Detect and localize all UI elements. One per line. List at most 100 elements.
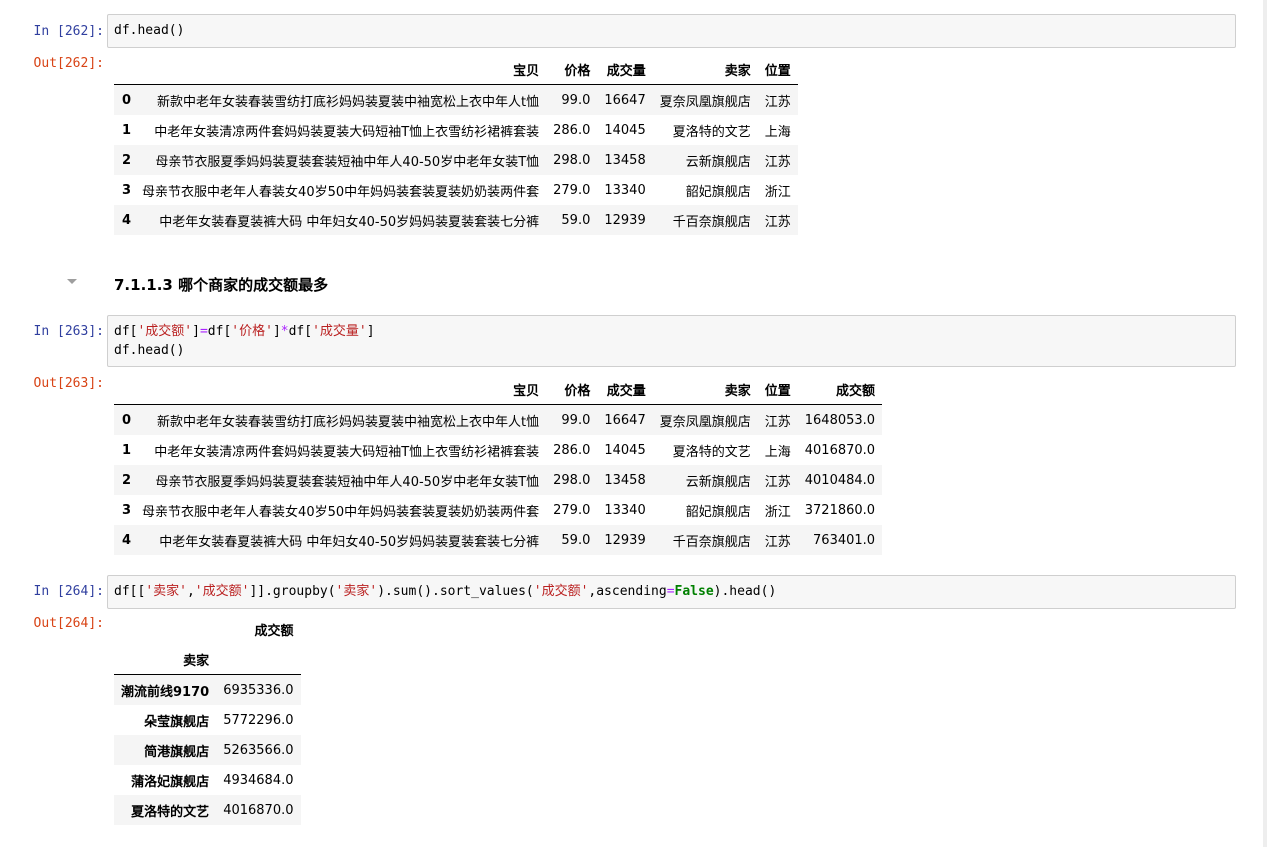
cell-seller: 千百奈旗舰店 — [652, 525, 758, 555]
row-index: 4 — [114, 205, 136, 235]
code-token: ] — [192, 324, 200, 339]
cell-location: 上海 — [764, 444, 791, 460]
table-row: 1 中老年女装清凉两件套妈妈装夏装大码短袖T恤上衣雪纺衫裙裤套装 286.0 1… — [114, 435, 882, 465]
groupby-output-264: 成交额 卖家 潮流前线9170 6935336.0 朵莹旗舰店 5772296.… — [114, 614, 301, 825]
cell-location: 江苏 — [757, 145, 798, 175]
cell-volume: 12939 — [597, 525, 653, 555]
header-row: 宝贝 价格 成交量 卖家 位置 — [114, 54, 798, 85]
cell-product: 中老年女装清凉两件套妈妈装夏装大码短袖T恤上衣雪纺衫裙裤套装 — [154, 124, 540, 140]
code-string: '卖家' — [145, 584, 187, 599]
table-row: 3 母亲节衣服中老年人春装女40岁50中年妈妈装套装夏装奶奶装两件套 279.0… — [114, 495, 882, 525]
cell-product: 母亲节衣服夏季妈妈装夏装套装短袖中年人40-50岁中老年女装T恤 — [135, 145, 547, 175]
in-prompt-262: In [262]: — [33, 24, 104, 39]
table-row: 2 母亲节衣服夏季妈妈装夏装套装短袖中年人40-50岁中老年女装T恤 298.0… — [114, 465, 883, 495]
cell-price: 279.0 — [553, 182, 591, 198]
cell-price: 298.0 — [546, 465, 598, 495]
code-token: ] — [366, 324, 375, 339]
code-operator: = — [199, 324, 208, 339]
column-header: 位置 — [757, 54, 798, 85]
code-text: df.head() — [114, 23, 185, 38]
cell-location: 江苏 — [757, 84, 798, 115]
cell-turnover: 4016870.0 — [216, 795, 301, 825]
cell-location: 江苏 — [757, 404, 798, 435]
code-token: df[ — [288, 324, 313, 339]
collapse-caret-icon[interactable] — [67, 279, 77, 284]
row-index: 2 — [114, 465, 136, 495]
code-token: df[ — [207, 324, 232, 339]
code-string: '价格' — [231, 324, 273, 339]
code-token: ] — [272, 324, 281, 339]
column-header: 价格 — [546, 374, 598, 405]
column-header: 位置 — [757, 374, 798, 405]
code-operator: * — [280, 324, 289, 339]
column-header: 成交额 — [254, 623, 294, 639]
table-row: 潮流前线9170 6935336.0 — [114, 674, 301, 705]
code-cell-262[interactable]: df.head() — [107, 14, 1236, 48]
cell-seller: 夏洛特的文艺 — [672, 124, 751, 140]
row-index: 2 — [114, 145, 136, 175]
row-index: 朵莹旗舰店 — [144, 714, 210, 730]
cell-location: 浙江 — [764, 504, 791, 520]
column-header: 卖家 — [652, 374, 758, 405]
scrollbar-track[interactable] — [1263, 0, 1267, 847]
row-index: 1 — [122, 442, 132, 458]
code-token: ).sum().sort_values( — [377, 584, 534, 599]
cell-turnover: 5772296.0 — [223, 712, 294, 728]
row-index: 1 — [122, 122, 132, 138]
cell-turnover: 3721860.0 — [804, 502, 876, 518]
cell-seller: 韶妃旗舰店 — [685, 504, 751, 520]
index-header — [114, 614, 216, 644]
cell-seller: 云新旗舰店 — [652, 465, 758, 495]
cell-volume: 13458 — [597, 145, 653, 175]
code-token: ).head() — [713, 584, 777, 599]
dataframe-output-262: 宝贝 价格 成交量 卖家 位置 0 新款中老年女装春装雪纺打底衫妈妈装夏装中袖宽… — [114, 54, 798, 235]
index-name-spacer — [216, 644, 301, 675]
cell-turnover: 1648053.0 — [797, 404, 883, 435]
cell-volume: 14045 — [604, 122, 646, 138]
code-text: df.head() — [114, 343, 185, 358]
cell-location: 江苏 — [757, 465, 798, 495]
cell-location: 上海 — [764, 124, 791, 140]
in-prompt-264: In [264]: — [33, 584, 104, 599]
cell-price: 59.0 — [546, 525, 598, 555]
code-cell-264[interactable]: df[['卖家','成交额']].groupby('卖家').sum().sor… — [107, 575, 1236, 609]
table-row: 0 新款中老年女装春装雪纺打底衫妈妈装夏装中袖宽松上衣中年人t恤 99.0 16… — [114, 404, 883, 435]
index-name: 卖家 — [114, 644, 217, 675]
cell-price: 99.0 — [546, 404, 598, 435]
code-string: '成交额' — [533, 584, 589, 599]
code-string: '成交量' — [312, 324, 367, 339]
row-index: 0 — [114, 84, 136, 115]
cell-turnover: 6935336.0 — [216, 674, 301, 705]
table-row: 3 母亲节衣服中老年人春装女40岁50中年妈妈装套装夏装奶奶装两件套 279.0… — [114, 175, 798, 205]
cell-location: 江苏 — [757, 205, 798, 235]
cell-volume: 13340 — [604, 502, 646, 518]
cell-product: 母亲节衣服中老年人春装女40岁50中年妈妈装套装夏装奶奶装两件套 — [142, 504, 540, 520]
table-row: 4 中老年女装春夏装裤大码 中年妇女40-50岁妈妈装夏装套装七分裤 59.0 … — [114, 205, 798, 235]
column-header: 卖家 — [652, 54, 758, 85]
code-cell-263[interactable]: df['成交额']=df['价格']*df['成交量'] df.head() — [107, 315, 1236, 367]
cell-price: 286.0 — [553, 442, 591, 458]
row-index: 夏洛特的文艺 — [114, 795, 217, 825]
table-row: 0 新款中老年女装春装雪纺打底衫妈妈装夏装中袖宽松上衣中年人t恤 99.0 16… — [114, 84, 798, 115]
cell-turnover: 5263566.0 — [216, 735, 301, 765]
code-token: , — [186, 584, 195, 599]
table-row: 简港旗舰店 5263566.0 — [114, 735, 301, 765]
code-token: ]].groupby( — [249, 584, 336, 599]
code-string: '卖家' — [335, 584, 378, 599]
cell-seller: 韶妃旗舰店 — [685, 184, 751, 200]
cell-price: 286.0 — [553, 122, 591, 138]
out-prompt-262: Out[262]: — [33, 56, 104, 71]
cell-price: 59.0 — [546, 205, 598, 235]
table-row: 夏洛特的文艺 4016870.0 — [114, 795, 301, 825]
cell-volume: 14045 — [604, 442, 646, 458]
row-index: 4 — [114, 525, 136, 555]
row-index: 简港旗舰店 — [114, 735, 217, 765]
in-prompt-263: In [263]: — [33, 324, 104, 339]
code-token: df[[ — [114, 584, 146, 599]
code-token: df[ — [114, 324, 138, 339]
header-row: 宝贝 价格 成交量 卖家 位置 成交额 — [114, 374, 883, 405]
cell-product: 母亲节衣服夏季妈妈装夏装套装短袖中年人40-50岁中老年女装T恤 — [135, 465, 547, 495]
cell-product: 新款中老年女装春装雪纺打底衫妈妈装夏装中袖宽松上衣中年人t恤 — [135, 404, 547, 435]
column-header: 宝贝 — [135, 54, 547, 85]
cell-volume: 13340 — [604, 182, 646, 198]
